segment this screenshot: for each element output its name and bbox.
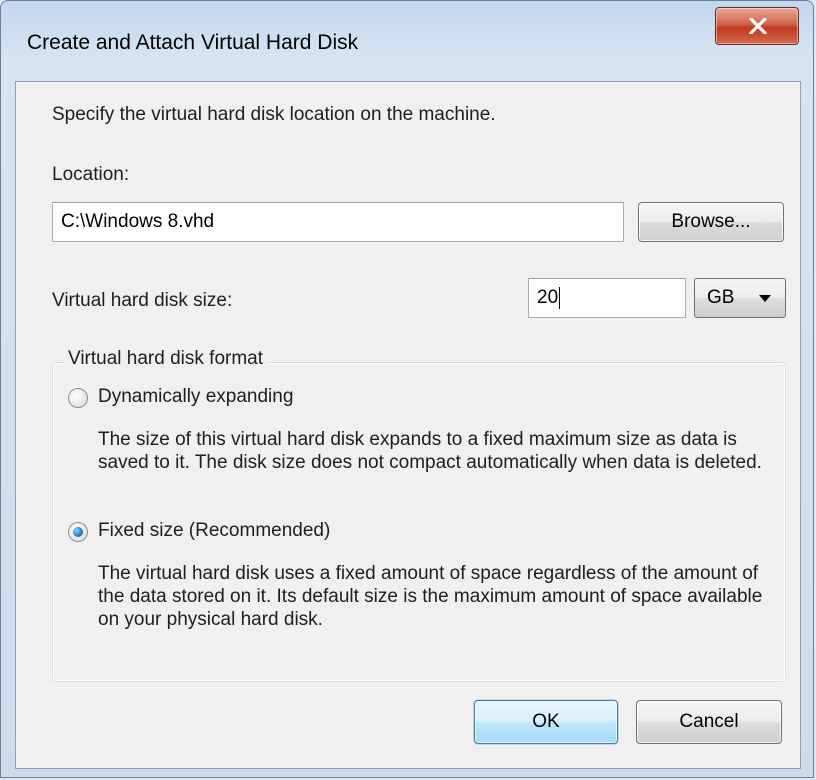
size-input[interactable]: 20 [528, 278, 686, 318]
fixed-description: The virtual hard disk uses a fixed amoun… [98, 563, 763, 630]
fixed-radio[interactable] [68, 522, 88, 542]
close-icon [749, 18, 767, 34]
format-group-title: Virtual hard disk format [64, 348, 268, 370]
ok-button[interactable]: OK [474, 700, 618, 744]
size-value: 20 [537, 287, 559, 308]
radio-selected-dot [73, 527, 83, 537]
intro-text: Specify the virtual hard disk location o… [52, 104, 496, 125]
dialog-window: Create and Attach Virtual Hard Disk Spec… [0, 0, 814, 778]
chevron-down-icon [759, 295, 771, 302]
size-label: Virtual hard disk size: [52, 290, 233, 311]
window-title: Create and Attach Virtual Hard Disk [27, 31, 359, 54]
size-unit-value: GB [707, 287, 735, 308]
location-label: Location: [52, 164, 130, 185]
location-input[interactable] [52, 202, 624, 242]
cancel-button[interactable]: Cancel [636, 700, 782, 744]
title-bar[interactable]: Create and Attach Virtual Hard Disk [1, 1, 813, 83]
text-cursor [559, 286, 561, 309]
dialog-body: Specify the virtual hard disk location o… [15, 81, 801, 769]
close-button[interactable] [715, 7, 799, 45]
dynamic-option-label[interactable]: Dynamically expanding [98, 386, 293, 408]
browse-button[interactable]: Browse... [638, 202, 784, 242]
size-unit-dropdown[interactable]: GB [694, 278, 786, 318]
dynamic-description: The size of this virtual hard disk expan… [98, 429, 762, 473]
dynamic-radio[interactable] [68, 388, 88, 408]
fixed-option-label[interactable]: Fixed size (Recommended) [98, 520, 330, 542]
